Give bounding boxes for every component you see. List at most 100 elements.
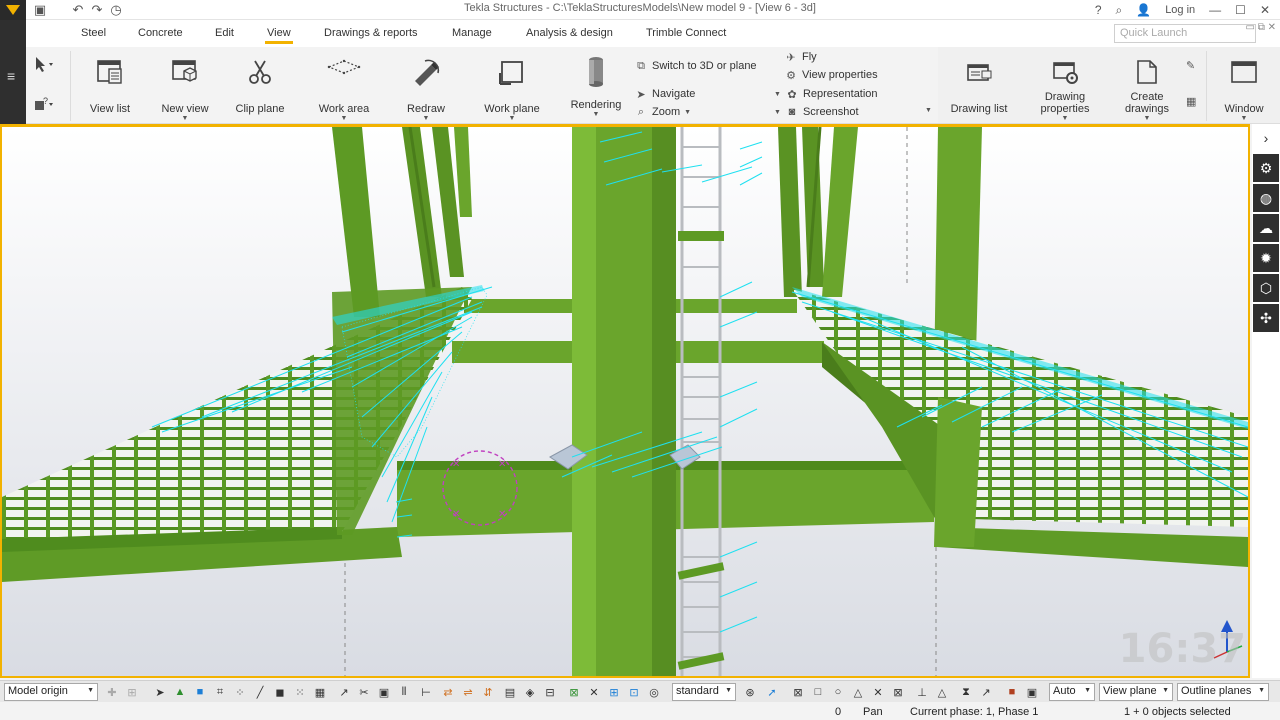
chevron-right-icon[interactable]: › [1252,124,1280,152]
tab-view[interactable]: View [265,27,293,44]
tab-drawings-reports[interactable]: Drawings & reports [324,27,418,39]
pencil-icon[interactable]: ✎ [1186,59,1195,72]
snap-plane-icon[interactable]: ◈ [522,684,538,700]
hamburger-menu-icon[interactable]: ≡ [7,68,15,84]
snap-square-icon[interactable]: □ [810,684,826,700]
settings-icon[interactable]: ✹ [1253,244,1279,272]
components-icon[interactable]: ✣ [1253,304,1279,332]
snap-perp-icon[interactable]: ⊥ [914,684,930,700]
ribbon-window-controls[interactable]: ▭ ⧉ ✕ [1245,22,1276,33]
maximize-button[interactable]: ☐ [1235,3,1246,17]
model-rendering[interactable]: ✕ ✕ ✕ ✕ [2,127,1248,676]
snap-geometry-icon[interactable]: ⊠ [566,684,582,700]
add-icon[interactable]: ✚ [104,684,120,700]
outline-tool-icon[interactable]: ▣ [1024,684,1040,700]
snap-intersect-box-icon[interactable]: ⊠ [890,684,906,700]
window-button[interactable]: Window ▼ [1214,53,1274,123]
user-icon[interactable]: 👤 [1136,3,1151,17]
snap-direction-icon[interactable]: ↗ [978,684,994,700]
select-component-icon[interactable]: ⌗ [212,684,228,700]
auto-dropdown[interactable]: Auto [1049,683,1095,701]
new-view-button[interactable]: New view ▼ [158,53,212,123]
view-list-button[interactable]: View list [84,53,136,123]
frame-tool-icon[interactable]: ▣ [376,684,392,700]
login-link[interactable]: Log in [1165,4,1195,16]
switch-3d-button[interactable]: ⧉ Switch to 3D or plane [634,59,757,73]
snap-box-icon[interactable]: ⊠ [790,684,806,700]
cut-tool-icon[interactable]: ✂ [356,684,372,700]
cube-icon[interactable]: ⬡ [1253,274,1279,302]
snap-edge-icon[interactable]: ✕ [586,684,602,700]
representation-button[interactable]: ▼ ✿ Representation [774,87,878,101]
select-part-icon[interactable]: ■ [192,684,208,700]
snap-line-icon[interactable]: ⊟ [542,684,558,700]
snap-tool-icon[interactable]: ↗ [336,684,352,700]
redraw-button[interactable]: Redraw ▼ [400,53,452,123]
snap-intersect-icon[interactable]: ⇌ [460,684,476,700]
select-tool-icon[interactable] [32,55,56,76]
ribbon-expand-icon[interactable]: ▼ [925,107,932,114]
drawing-properties-button[interactable]: Drawing properties ▼ [1034,53,1096,123]
model-view-3d[interactable]: ✕ ✕ ✕ ✕ 16:37 [0,124,1250,678]
snap-help-icon[interactable]: ? [32,95,56,116]
zoom-button[interactable]: ⌕ Zoom ▼ [634,105,691,119]
search-icon[interactable]: ⌕ [1116,3,1123,18]
undo-icon[interactable]: ↶ [70,2,86,18]
snap-reference-icon[interactable]: ⊞ [606,684,622,700]
cloud-icon[interactable]: ☁ [1253,214,1279,242]
select-line-icon[interactable]: ╱ [252,684,268,700]
select-pointer-icon[interactable]: ➤ [152,684,168,700]
work-plane-button[interactable]: Work plane ▼ [480,53,544,123]
redo-icon[interactable]: ↷ [89,2,105,18]
tab-manage[interactable]: Manage [452,27,492,39]
tab-steel[interactable]: Steel [81,27,106,39]
history-icon[interactable]: ◷ [108,2,124,18]
select-tool-icon[interactable]: ➚ [764,684,780,700]
select-bolt-icon[interactable]: ⁙ [292,684,308,700]
color-tool-icon[interactable]: ■ [1004,684,1020,700]
model-origin-dropdown[interactable]: Model origin [4,683,98,701]
tab-concrete[interactable]: Concrete [138,27,183,39]
snap-free-icon[interactable]: ◎ [646,684,662,700]
view-plane-dropdown[interactable]: View plane [1099,683,1173,701]
rendering-button[interactable]: Rendering ▼ [566,53,626,123]
snap-tangent-icon[interactable]: △ [934,684,950,700]
snap-triangle-icon[interactable]: △ [850,684,866,700]
view-properties-button[interactable]: ⚙ View properties [784,68,878,82]
snap-mid-icon[interactable]: ⇄ [440,684,456,700]
globe-icon[interactable]: ◍ [1253,184,1279,212]
snap-extension-icon[interactable]: ⧗ [958,684,974,700]
navigate-button[interactable]: ➤ Navigate [634,87,695,101]
select-solid-icon[interactable]: ◼ [272,684,288,700]
snap-nearest-icon[interactable]: ▤ [502,684,518,700]
outline-planes-dropdown[interactable]: Outline planes [1177,683,1269,701]
drawing-grid-icon[interactable]: ▦ [1186,95,1196,108]
properties-icon[interactable]: ⚙ [1253,154,1279,182]
help-icon[interactable]: ? [1095,3,1102,17]
clip-plane-button[interactable]: Clip plane [232,53,288,123]
create-drawings-button[interactable]: Create drawings ▼ [1116,53,1178,123]
tab-analysis-design[interactable]: Analysis & design [526,27,613,39]
standard-dropdown[interactable]: standard [672,683,736,701]
snap-cross-icon[interactable]: ✕ [870,684,886,700]
snap-center-icon[interactable]: ⊡ [626,684,642,700]
work-area-button[interactable]: Work area ▼ [314,53,374,123]
tab-trimble-connect[interactable]: Trimble Connect [646,27,726,39]
snap-circle-icon[interactable]: ○ [830,684,846,700]
select-grid-icon[interactable]: ▦ [312,684,328,700]
minimize-button[interactable]: — [1209,3,1221,17]
column-tool-icon[interactable]: ⦀ [396,684,412,700]
fly-button[interactable]: ✈ Fly [784,50,816,64]
pattern-icon[interactable]: ⊛ [742,684,758,700]
select-assembly-icon[interactable]: ▲ [172,684,188,700]
tekla-logo-icon[interactable] [0,0,26,20]
select-points-icon[interactable]: ⁘ [232,684,248,700]
screenshot-button[interactable]: ▼ ◙ Screenshot [774,105,859,119]
close-button[interactable]: ✕ [1260,3,1270,17]
grid-icon[interactable]: ⊞ [124,684,140,700]
tab-edit[interactable]: Edit [215,27,234,39]
snap-perpendicular-icon[interactable]: ⇵ [480,684,496,700]
status-phase[interactable]: Current phase: 1, Phase 1 [910,706,1038,718]
drawing-list-button[interactable]: Drawing list [946,53,1012,123]
quick-launch-input[interactable]: Quick Launch [1114,24,1256,43]
